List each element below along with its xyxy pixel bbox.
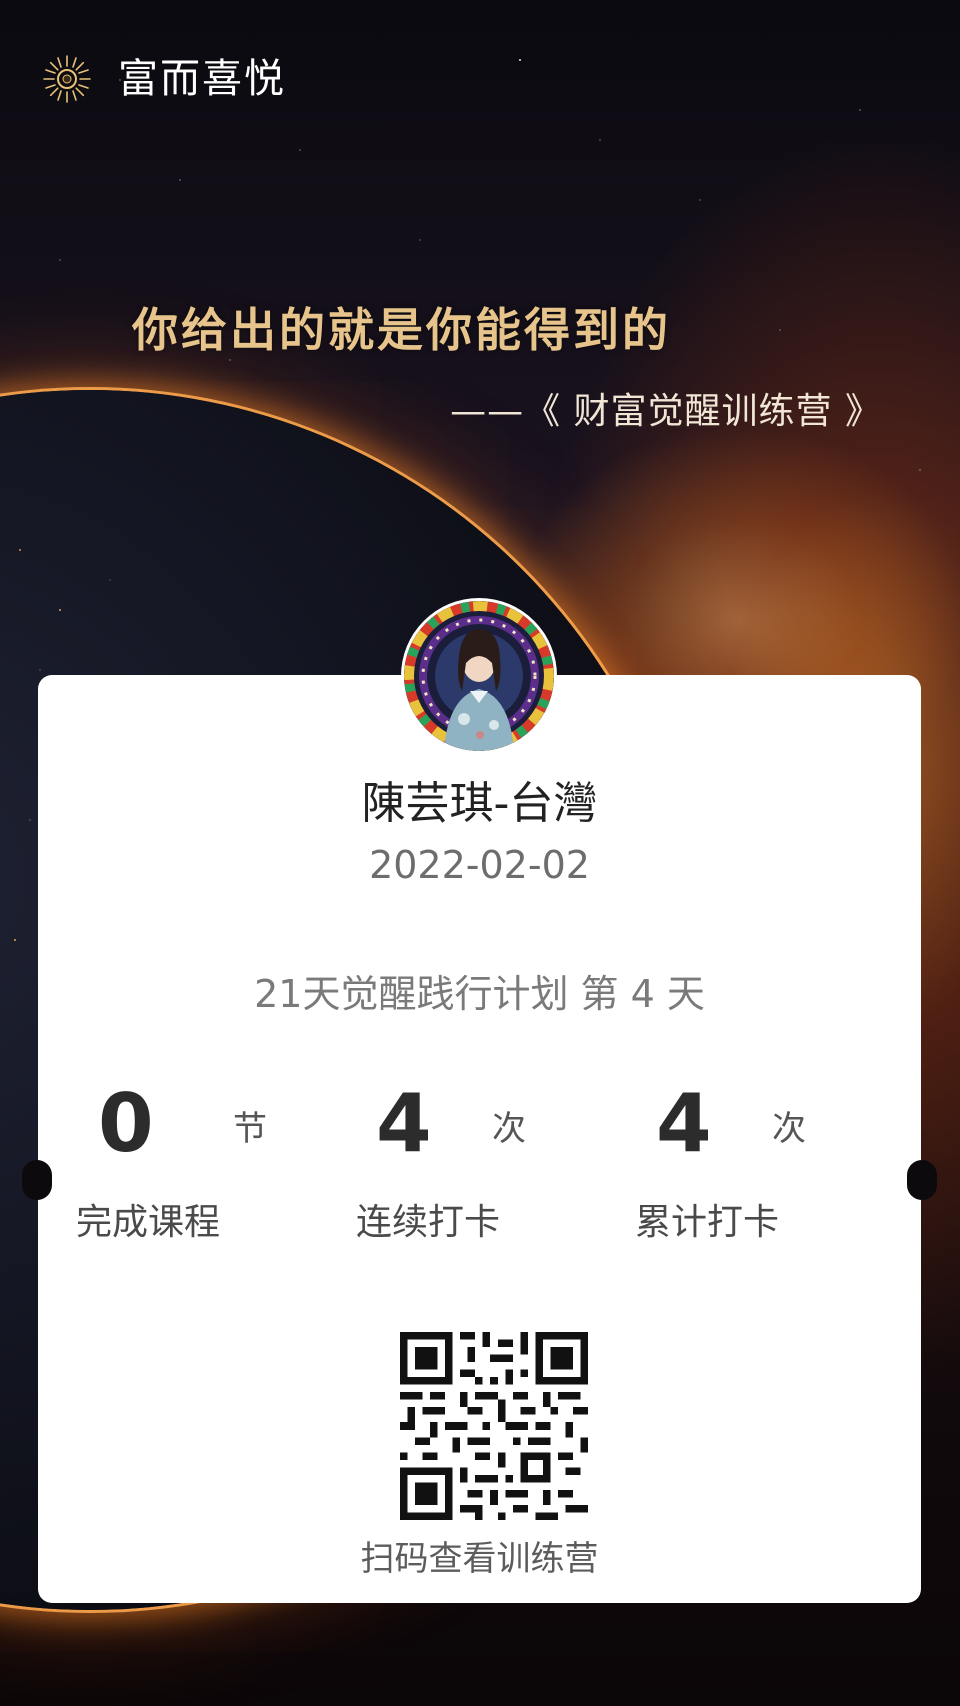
avatar [404,601,554,751]
checkin-date: 2022-02-02 [369,843,590,887]
user-name: 陳芸琪-台灣 [361,778,598,829]
share-poster: 富而喜悦 你给出的就是你能得到的 ——《 财富觉醒训练营 》 陳芸琪-台灣 20… [0,0,960,1706]
stat-label: 累计打卡 [635,1202,780,1243]
stat-label: 完成课程 [76,1202,221,1243]
qr-code[interactable] [400,1332,588,1520]
hero-quote: 你给出的就是你能得到的 [132,303,671,357]
ticket-notch-right [907,1160,937,1200]
sunburst-logo-icon [43,55,91,103]
hero-quote-source: ——《 财富觉醒训练营 》 [450,391,882,432]
stat-value: 0 [98,1077,154,1170]
avatar-image [404,601,554,751]
stat-unit: 次 [772,1109,806,1149]
brand-name: 富而喜悦 [118,56,286,102]
ticket-notch-left [22,1160,52,1200]
checkin-card: 陳芸琪-台灣 2022-02-02 21天觉醒践行计划 第 4 天 0 节 完成… [22,675,937,1603]
plan-progress: 21天觉醒践行计划 第 4 天 [254,972,705,1016]
brand-header: 富而喜悦 [42,54,286,104]
stat-unit: 次 [492,1109,526,1149]
stat-value: 4 [376,1077,432,1170]
qr-caption: 扫码查看训练营 [360,1539,599,1579]
stat-value: 4 [656,1077,712,1170]
stat-unit: 节 [233,1109,267,1149]
stat-label: 连续打卡 [356,1202,501,1243]
